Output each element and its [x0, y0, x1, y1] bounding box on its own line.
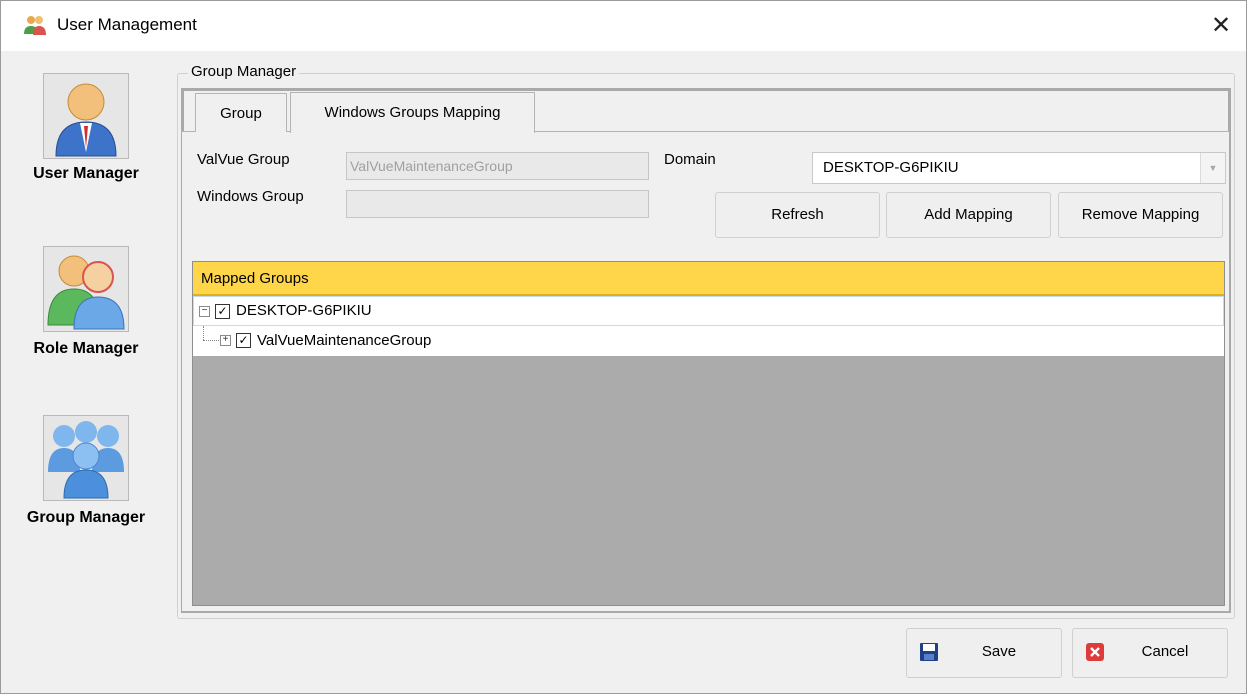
close-icon: ✕ — [1210, 12, 1232, 39]
sidebar-item-label: Group Manager — [26, 509, 146, 526]
domain-value: DESKTOP-G6PIKIU — [823, 159, 959, 176]
save-button[interactable]: Save — [906, 628, 1062, 678]
tree-connector — [203, 326, 204, 340]
tree-node-label: DESKTOP-G6PIKIU — [236, 302, 372, 319]
tree-row[interactable]: + ✓ ValVueMaintenanceGroup — [193, 326, 1224, 356]
windows-group-label: Windows Group — [197, 188, 304, 205]
add-mapping-button[interactable]: Add Mapping — [886, 192, 1051, 238]
tab-group[interactable]: Group — [195, 93, 287, 132]
windows-group-field[interactable] — [346, 190, 649, 218]
collapse-icon[interactable]: − — [199, 306, 210, 317]
valvue-group-field[interactable]: ValVueMaintenanceGroup — [346, 152, 649, 180]
tab-label: Group — [220, 105, 262, 122]
sidebar-item-label: User Manager — [33, 165, 139, 182]
sidebar-item-group-manager[interactable]: Group Manager — [1, 415, 171, 530]
valvue-group-label: ValVue Group — [197, 151, 290, 168]
tree-row[interactable]: − ✓ DESKTOP-G6PIKIU — [193, 296, 1224, 326]
save-label: Save — [981, 643, 1017, 660]
window-title: User Management — [57, 15, 197, 34]
user-management-window: User Management ✕ User Manager Role Mana… — [0, 0, 1247, 694]
domain-label: Domain — [664, 151, 716, 168]
tab-frame-top — [181, 88, 1230, 91]
domain-combobox[interactable]: DESKTOP-G6PIKIU ▼ — [812, 152, 1226, 184]
tab-windows-groups-mapping[interactable]: Windows Groups Mapping — [290, 92, 535, 133]
tree-node-label: ValVueMaintenanceGroup — [257, 332, 432, 349]
refresh-button[interactable]: Refresh — [715, 192, 880, 238]
groupbox-legend: Group Manager — [188, 63, 300, 80]
expand-icon[interactable]: + — [220, 335, 231, 346]
role-manager-icon — [43, 246, 129, 332]
sidebar-item-user-manager[interactable]: User Manager — [1, 73, 171, 188]
mapped-groups-tree[interactable]: Mapped Groups − ✓ DESKTOP-G6PIKIU + ✓ Va… — [192, 261, 1225, 606]
chevron-down-icon[interactable]: ▼ — [1200, 153, 1225, 183]
cancel-button[interactable]: Cancel — [1072, 628, 1228, 678]
title-bar: User Management ✕ — [1, 1, 1246, 51]
sidebar-item-role-manager[interactable]: Role Manager — [1, 246, 171, 361]
users-app-icon — [24, 16, 46, 35]
checkbox-checked[interactable]: ✓ — [215, 304, 230, 319]
tree-connector — [203, 340, 219, 341]
close-button[interactable]: ✕ — [1196, 1, 1246, 51]
sidebar-item-label: Role Manager — [33, 340, 139, 357]
user-manager-icon — [43, 73, 129, 159]
group-manager-icon — [43, 415, 129, 501]
tree-header: Mapped Groups — [193, 262, 1224, 295]
remove-mapping-button[interactable]: Remove Mapping — [1058, 192, 1223, 238]
cancel-label: Cancel — [1141, 643, 1189, 660]
tab-label: Windows Groups Mapping — [324, 104, 501, 121]
checkbox-checked[interactable]: ✓ — [236, 333, 251, 348]
